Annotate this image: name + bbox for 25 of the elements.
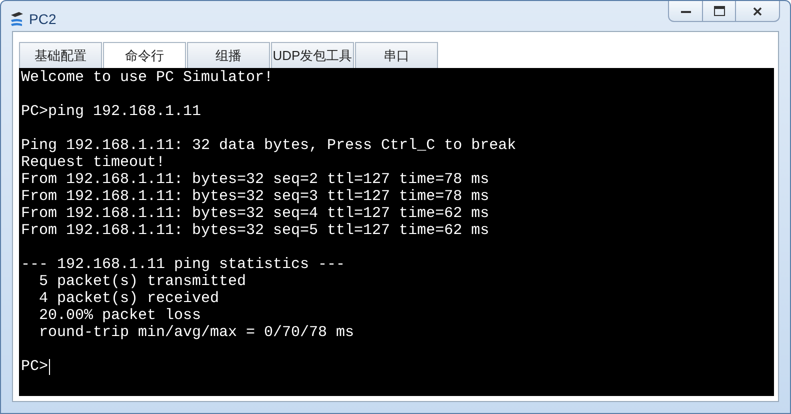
console-line: From 192.168.1.11: bytes=32 seq=5 ttl=127 time=62 ms (21, 222, 490, 239)
console-line: Ping 192.168.1.11: 32 data bytes, Press Ctrl_C to break (21, 137, 516, 154)
console-line: From 192.168.1.11: bytes=32 seq=3 ttl=127 time=78 ms (21, 188, 490, 205)
tab[interactable]: 串口 (355, 42, 438, 68)
console-line: PC>ping 192.168.1.11 (21, 103, 202, 120)
network-app-icon (9, 11, 25, 28)
console-line: Welcome to use PC Simulator! (21, 69, 274, 86)
console-line: round-trip min/avg/max = 0/70/78 ms (38, 324, 354, 341)
console-line: 4 packet(s) received (38, 290, 220, 307)
console-line: Request timeout! (21, 154, 166, 171)
tab[interactable]: 命令行 (103, 42, 186, 68)
console-line: 5 packet(s) transmitted (38, 273, 246, 290)
console-line: From 192.168.1.11: bytes=32 seq=2 ttl=127 time=78 ms (21, 171, 490, 188)
tab[interactable]: 组播 (187, 42, 270, 68)
tab[interactable]: 基础配置 (19, 42, 102, 68)
console-line: 20.00% packet loss (38, 307, 202, 324)
console-line: From 192.168.1.11: bytes=32 seq=4 ttl=127 time=62 ms (21, 205, 490, 222)
window-title: PC2 (29, 10, 56, 29)
close-icon (753, 6, 762, 16)
minimize-icon (680, 10, 690, 12)
console-prompt: PC> (21, 358, 48, 375)
maximize-icon (714, 6, 724, 16)
console-line: --- 192.168.1.11 ping statistics --- (21, 256, 346, 273)
text-cursor (49, 358, 50, 374)
tab[interactable]: UDP发包工具 (271, 42, 354, 68)
